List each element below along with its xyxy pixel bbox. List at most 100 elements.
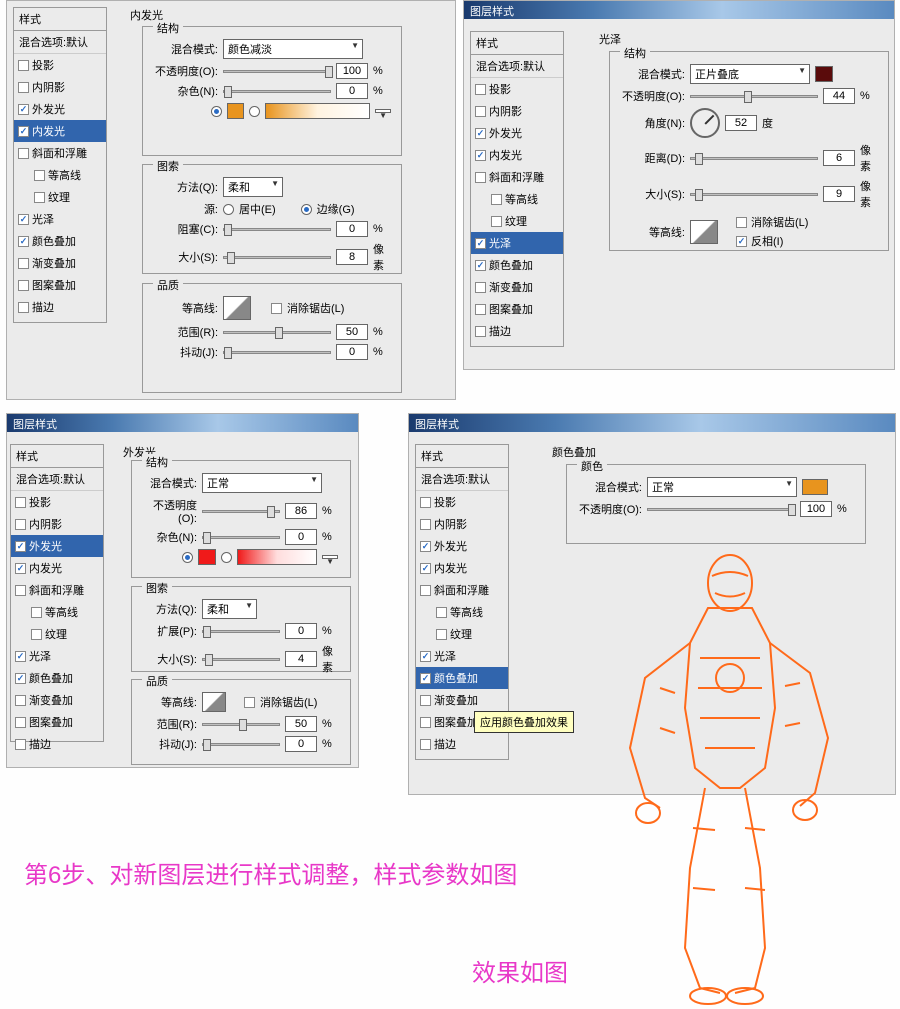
style-contour[interactable]: 等高线: [471, 188, 563, 210]
size-value[interactable]: 8: [336, 249, 368, 265]
color-radio[interactable]: [182, 552, 193, 563]
checkbox[interactable]: [420, 673, 431, 684]
range-value[interactable]: 50: [285, 716, 317, 732]
checkbox[interactable]: [18, 60, 29, 71]
angle-value[interactable]: 52: [725, 115, 757, 131]
angle-dial[interactable]: [690, 108, 720, 138]
checkbox[interactable]: [31, 607, 42, 618]
technique-select[interactable]: 柔和: [202, 599, 257, 619]
style-texture[interactable]: 纹理: [471, 210, 563, 232]
opacity-value[interactable]: 44: [823, 88, 855, 104]
spread-value[interactable]: 0: [285, 623, 317, 639]
style-inner-shadow[interactable]: 内阴影: [416, 513, 508, 535]
checkbox[interactable]: [491, 194, 502, 205]
style-texture[interactable]: 纹理: [14, 186, 106, 208]
checkbox[interactable]: [15, 519, 26, 530]
checkbox[interactable]: [15, 673, 26, 684]
style-gradient-overlay[interactable]: 渐变叠加: [14, 252, 106, 274]
gradient-radio[interactable]: [221, 552, 232, 563]
style-drop-shadow[interactable]: 投影: [11, 491, 103, 513]
invert-checkbox[interactable]: [736, 236, 747, 247]
opacity-slider[interactable]: [647, 508, 795, 511]
checkbox[interactable]: [436, 629, 447, 640]
choke-value[interactable]: 0: [336, 221, 368, 237]
style-drop-shadow[interactable]: 投影: [14, 54, 106, 76]
style-texture[interactable]: 纹理: [416, 623, 508, 645]
checkbox[interactable]: [475, 128, 486, 139]
opacity-value[interactable]: 86: [285, 503, 317, 519]
size-slider[interactable]: [202, 658, 280, 661]
range-value[interactable]: 50: [336, 324, 368, 340]
checkbox[interactable]: [15, 541, 26, 552]
color-swatch[interactable]: [227, 103, 244, 119]
checkbox[interactable]: [18, 302, 29, 313]
noise-value[interactable]: 0: [336, 83, 368, 99]
style-inner-glow[interactable]: 内发光: [471, 144, 563, 166]
style-bevel[interactable]: 斜面和浮雕: [471, 166, 563, 188]
style-bevel[interactable]: 斜面和浮雕: [416, 579, 508, 601]
style-color-overlay[interactable]: 颜色叠加: [471, 254, 563, 276]
checkbox[interactable]: [475, 84, 486, 95]
checkbox[interactable]: [475, 260, 486, 271]
checkbox[interactable]: [15, 717, 26, 728]
style-stroke[interactable]: 描边: [471, 320, 563, 342]
gradient-dropdown[interactable]: [322, 555, 338, 559]
jitter-slider[interactable]: [223, 351, 331, 354]
style-pattern-overlay[interactable]: 图案叠加: [471, 298, 563, 320]
opacity-slider[interactable]: [690, 95, 818, 98]
style-gradient-overlay[interactable]: 渐变叠加: [11, 689, 103, 711]
contour-preview[interactable]: [202, 692, 226, 712]
style-satin[interactable]: 光泽: [416, 645, 508, 667]
blending-options[interactable]: 混合选项:默认: [416, 468, 508, 491]
checkbox[interactable]: [18, 280, 29, 291]
gradient-dropdown[interactable]: [375, 109, 391, 113]
style-gradient-overlay[interactable]: 渐变叠加: [471, 276, 563, 298]
checkbox[interactable]: [491, 216, 502, 227]
jitter-value[interactable]: 0: [336, 344, 368, 360]
checkbox[interactable]: [18, 104, 29, 115]
style-outer-glow[interactable]: 外发光: [14, 98, 106, 120]
style-pattern-overlay[interactable]: 图案叠加: [11, 711, 103, 733]
checkbox[interactable]: [18, 214, 29, 225]
size-slider[interactable]: [223, 256, 331, 259]
style-inner-shadow[interactable]: 内阴影: [11, 513, 103, 535]
checkbox[interactable]: [475, 282, 486, 293]
color-swatch[interactable]: [198, 549, 216, 565]
style-satin[interactable]: 光泽: [471, 232, 563, 254]
checkbox[interactable]: [15, 497, 26, 508]
checkbox[interactable]: [475, 106, 486, 117]
antialias-checkbox[interactable]: [271, 303, 282, 314]
checkbox[interactable]: [420, 497, 431, 508]
source-center-radio[interactable]: [223, 204, 234, 215]
checkbox[interactable]: [18, 258, 29, 269]
noise-slider[interactable]: [223, 90, 331, 93]
blending-options[interactable]: 混合选项:默认: [14, 31, 106, 54]
distance-slider[interactable]: [690, 157, 818, 160]
checkbox[interactable]: [15, 585, 26, 596]
checkbox[interactable]: [18, 148, 29, 159]
style-color-overlay[interactable]: 颜色叠加: [14, 230, 106, 252]
opacity-value[interactable]: 100: [800, 501, 832, 517]
style-satin[interactable]: 光泽: [14, 208, 106, 230]
style-drop-shadow[interactable]: 投影: [416, 491, 508, 513]
checkbox[interactable]: [420, 519, 431, 530]
style-stroke[interactable]: 描边: [416, 733, 508, 755]
checkbox[interactable]: [420, 739, 431, 750]
antialias-checkbox[interactable]: [736, 217, 747, 228]
style-inner-shadow[interactable]: 内阴影: [14, 76, 106, 98]
style-gradient-overlay[interactable]: 渐变叠加: [416, 689, 508, 711]
checkbox[interactable]: [420, 717, 431, 728]
checkbox[interactable]: [420, 695, 431, 706]
style-contour[interactable]: 等高线: [14, 164, 106, 186]
checkbox[interactable]: [436, 607, 447, 618]
style-satin[interactable]: 光泽: [11, 645, 103, 667]
checkbox[interactable]: [420, 563, 431, 574]
jitter-slider[interactable]: [202, 743, 280, 746]
style-stroke[interactable]: 描边: [14, 296, 106, 318]
color-radio[interactable]: [211, 106, 222, 117]
checkbox[interactable]: [31, 629, 42, 640]
opacity-value[interactable]: 100: [336, 63, 368, 79]
distance-value[interactable]: 6: [823, 150, 855, 166]
checkbox[interactable]: [475, 150, 486, 161]
contour-preview[interactable]: [223, 296, 251, 320]
